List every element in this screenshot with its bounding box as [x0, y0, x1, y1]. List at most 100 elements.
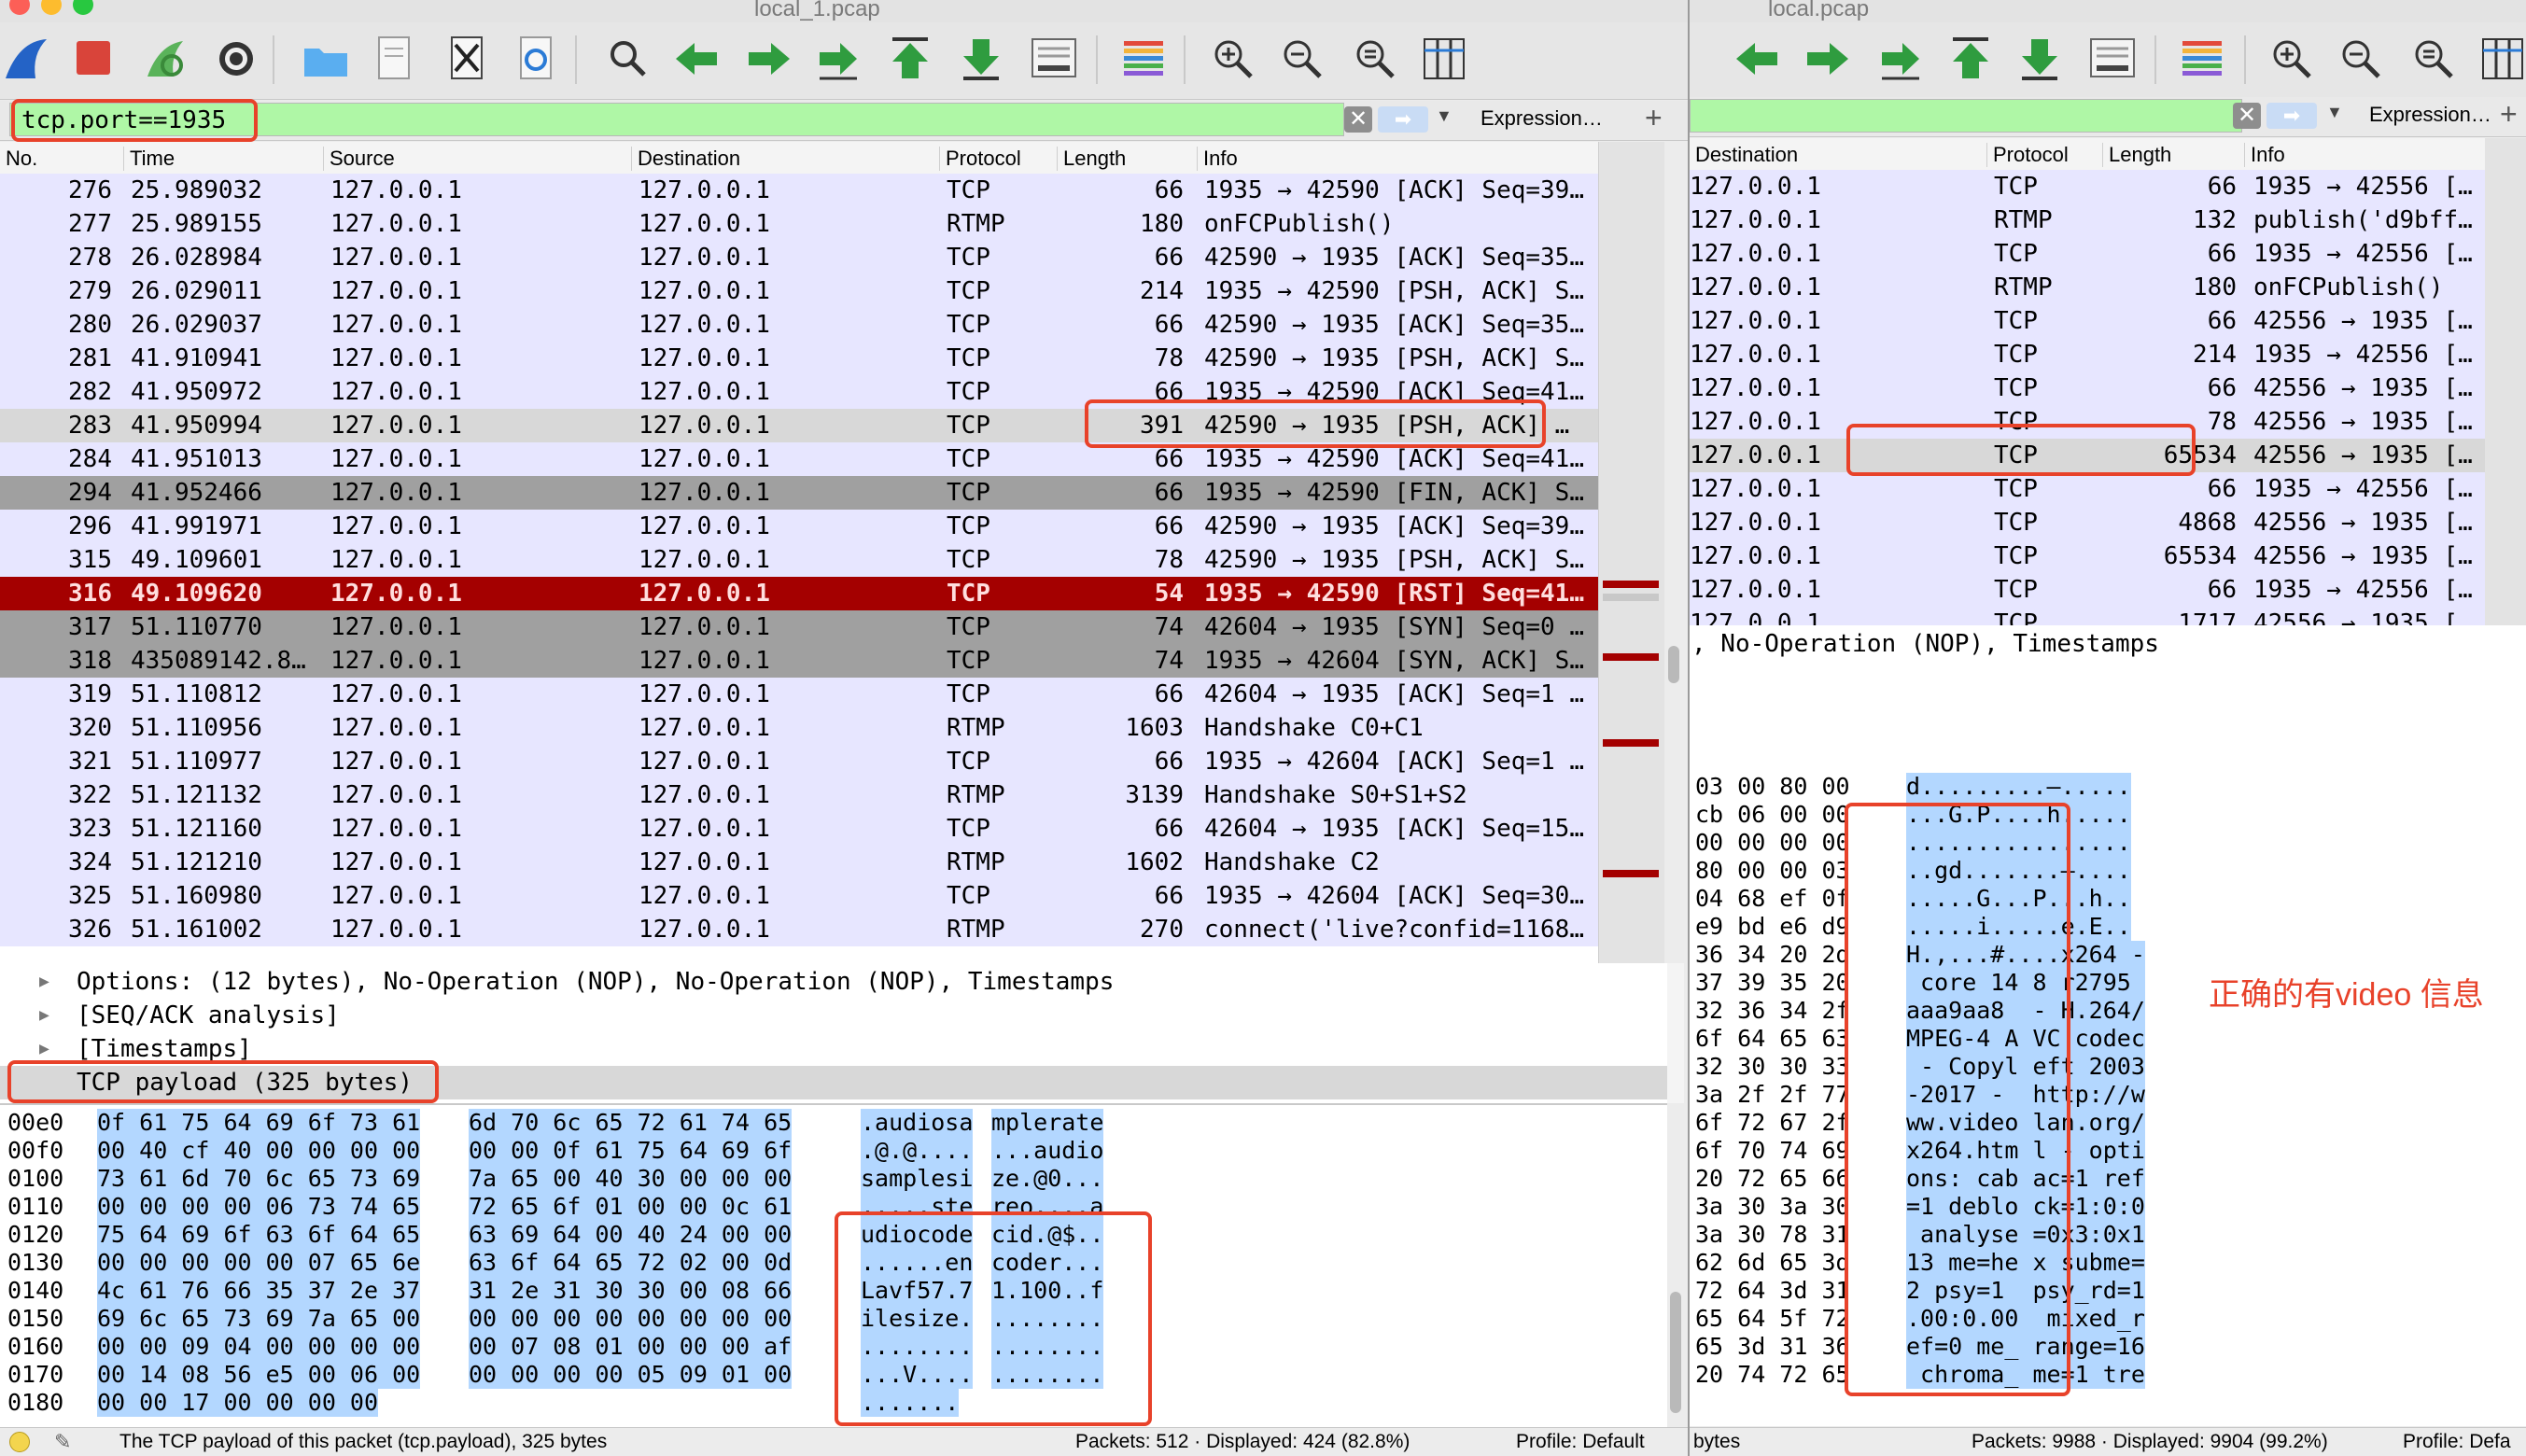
table-row[interactable]: 276 25.989032 127.0.0.1 127.0.0.1 TCP 66 1935 …	[0, 174, 1598, 207]
scrollbar-thumb[interactable]	[1670, 1292, 1681, 1413]
forward-arrow-icon[interactable]	[741, 32, 795, 86]
column-header-info[interactable]: Info	[1197, 147, 1238, 171]
table-row[interactable]: 280 26.029037 127.0.0.1 127.0.0.1 TCP 66 42590…	[0, 308, 1598, 342]
folder-icon[interactable]	[299, 32, 353, 86]
packet-list[interactable]: Destination Protocol Length Info 127.0.0…	[1690, 138, 2485, 625]
expert-info-icon[interactable]	[9, 1432, 30, 1452]
detail-tree-item[interactable]: , No-Operation (NOP), Timestamps	[1690, 627, 2526, 661]
zoom-window-button[interactable]	[73, 0, 93, 15]
column-header-length[interactable]: Length	[1057, 147, 1126, 171]
table-row[interactable]: 325 51.160980 127.0.0.1 127.0.0.1 TCP 66 1935 …	[0, 879, 1598, 913]
first-packet-icon[interactable]	[883, 32, 937, 86]
hex-row[interactable]: 0100 73 61 6d 70 6c 65 73 69 7a 65 00 40 3…	[0, 1165, 1667, 1193]
gear-icon[interactable]	[209, 32, 263, 86]
table-row[interactable]: 127.0.0.1 RTMP 180 onFCPublish()	[1690, 271, 2485, 304]
table-row[interactable]: 318 435089142.8… 127.0.0.1 127.0.0.1 TCP 74 19…	[0, 644, 1598, 678]
expand-arrow-icon[interactable]: ▶	[39, 965, 49, 999]
hex-row[interactable]: 3a 30 3a 30 =1 deblo ck=1:0:0	[1690, 1193, 2526, 1221]
table-row[interactable]: 296 41.991971 127.0.0.1 127.0.0.1 TCP 66 42590…	[0, 510, 1598, 543]
edit-comment-icon[interactable]: ✎	[54, 1428, 71, 1456]
hex-row[interactable]: 00f0 00 40 cf 40 00 00 00 00 00 00 0f 61 7…	[0, 1137, 1667, 1165]
hex-row[interactable]: 6f 72 67 2f ww.video lan.org/	[1690, 1109, 2526, 1137]
colorize-icon[interactable]	[1116, 32, 1171, 86]
hex-row[interactable]: 80 00 00 03 ..gd.......–....	[1690, 857, 2526, 885]
table-row[interactable]: 127.0.0.1 TCP 1717 42556 → 1935 […	[1690, 607, 2485, 625]
hex-row[interactable]: 0170 00 14 08 56 e5 00 06 00 00 00 00 00 0…	[0, 1361, 1667, 1389]
table-row[interactable]: 278 26.028984 127.0.0.1 127.0.0.1 TCP 66 42590…	[0, 241, 1598, 274]
table-row[interactable]: 315 49.109601 127.0.0.1 127.0.0.1 TCP 78 42590…	[0, 543, 1598, 577]
table-row[interactable]: 127.0.0.1 TCP 66 42556 → 1935 […	[1690, 371, 2485, 405]
expression-button[interactable]: Expression…	[2369, 103, 2491, 127]
add-filter-button-icon[interactable]: +	[1645, 101, 1663, 135]
hex-row[interactable]: e9 bd e6 d9 .....i.....e.E..	[1690, 913, 2526, 941]
last-packet-icon[interactable]	[954, 32, 1008, 86]
colorize-icon[interactable]	[2175, 32, 2229, 86]
close-file-icon[interactable]	[441, 32, 495, 86]
autoscroll-icon[interactable]	[1027, 32, 1081, 86]
hex-row[interactable]: 72 64 3d 31 2 psy=1 psy_rd=1	[1690, 1277, 2526, 1305]
table-row[interactable]: 127.0.0.1 TCP 66 1935 → 42556 […	[1690, 170, 2485, 203]
packet-minimap[interactable]	[1598, 142, 1664, 963]
column-header-length[interactable]: Length	[2102, 143, 2171, 167]
bytes-scrollbar[interactable]	[1667, 1105, 1684, 1426]
go-to-packet-icon[interactable]	[810, 32, 864, 86]
column-header-destination[interactable]: Destination	[1690, 143, 1798, 167]
hex-row[interactable]: 0160 00 00 09 04 00 00 00 00 00 07 08 01 0…	[0, 1333, 1667, 1361]
hex-row[interactable]: 03 00 80 00 d.........–.....	[1690, 773, 2526, 801]
clear-filter-icon[interactable]: ✕	[2233, 103, 2261, 129]
hex-row[interactable]: 6f 64 65 63 MPEG-4 A VC codec	[1690, 1025, 2526, 1053]
add-filter-button-icon[interactable]: +	[2500, 97, 2518, 132]
table-row[interactable]: 281 41.910941 127.0.0.1 127.0.0.1 TCP 78 42590…	[0, 342, 1598, 375]
packet-bytes-pane[interactable]: 00e0 0f 61 75 64 69 6f 73 61 6d 70 6c 65 7…	[0, 1103, 1667, 1428]
hex-row[interactable]: 65 64 5f 72.00:0.00 mixed_r	[1690, 1305, 2526, 1333]
details-scrollbar[interactable]	[1667, 963, 1684, 1103]
packet-list[interactable]: No. Time Source Destination Protocol Len…	[0, 142, 1598, 963]
hex-row[interactable]: 20 74 72 65 chroma_ me=1 tre	[1690, 1361, 2526, 1389]
apply-filter-icon[interactable]: ➡	[1378, 106, 1428, 133]
table-row[interactable]: 127.0.0.1 RTMP 132 publish('d9bff…	[1690, 203, 2485, 237]
hex-row[interactable]: 00 00 00 00................	[1690, 829, 2526, 857]
hex-row[interactable]: cb 06 00 00 ...G.P....h.....	[1690, 801, 2526, 829]
filter-history-dropdown-icon[interactable]: ▼	[2326, 103, 2343, 122]
hex-row[interactable]: 04 68 ef 0f .....G...P...h..	[1690, 885, 2526, 913]
hex-row[interactable]: 3a 30 78 31 analyse =0x3:0x1	[1690, 1221, 2526, 1249]
document-icon[interactable]	[368, 32, 422, 86]
first-packet-icon[interactable]	[1944, 32, 1998, 86]
hex-row[interactable]: 0180 00 00 17 00 00 00 00.......	[0, 1389, 1667, 1417]
hex-row[interactable]: 62 6d 65 3d 13 me=he x subme=	[1690, 1249, 2526, 1277]
go-to-packet-icon[interactable]	[1873, 32, 1927, 86]
reload-icon[interactable]	[510, 32, 564, 86]
table-row[interactable]: 127.0.0.1 TCP 66 1935 → 42556 […	[1690, 573, 2485, 607]
status-profile[interactable]: Profile: Default	[1516, 1428, 1645, 1456]
hex-row[interactable]: 0130 00 00 00 00 00 07 65 6e 63 6f 64 65 7…	[0, 1249, 1667, 1277]
column-header-info[interactable]: Info	[2244, 143, 2285, 167]
table-row[interactable]: 320 51.110956 127.0.0.1 127.0.0.1 RTMP 1603 Ha…	[0, 711, 1598, 745]
table-row[interactable]: 127.0.0.1 TCP 66 42556 → 1935 […	[1690, 304, 2485, 338]
table-row[interactable]: 322 51.121132 127.0.0.1 127.0.0.1 RTMP 3139 Ha…	[0, 778, 1598, 812]
table-row[interactable]: 324 51.121210 127.0.0.1 127.0.0.1 RTMP 1602 Ha…	[0, 846, 1598, 879]
column-header-source[interactable]: Source	[323, 147, 395, 171]
table-row[interactable]: 277 25.989155 127.0.0.1 127.0.0.1 RTMP 180 onF…	[0, 207, 1598, 241]
table-row[interactable]: 321 51.110977 127.0.0.1 127.0.0.1 TCP 66 1935 …	[0, 745, 1598, 778]
table-row[interactable]: 127.0.0.1 TCP 66 1935 → 42556 […	[1690, 237, 2485, 271]
table-row[interactable]: 326 51.161002 127.0.0.1 127.0.0.1 RTMP 270 con…	[0, 913, 1598, 946]
forward-arrow-icon[interactable]	[1800, 32, 1854, 86]
table-row[interactable]: 319 51.110812 127.0.0.1 127.0.0.1 TCP 66 42604…	[0, 678, 1598, 711]
back-arrow-icon[interactable]	[1731, 32, 1785, 86]
table-row[interactable]: 294 41.952466 127.0.0.1 127.0.0.1 TCP 66 1935 …	[0, 476, 1598, 510]
column-header-protocol[interactable]: Protocol	[1986, 143, 2069, 167]
resize-columns-icon[interactable]	[2476, 32, 2526, 86]
packet-minimap[interactable]	[2485, 138, 2526, 625]
table-row[interactable]: 127.0.0.1 TCP 214 1935 → 42556 […	[1690, 338, 2485, 371]
restart-icon[interactable]	[138, 32, 192, 86]
zoom-in-icon[interactable]	[1206, 32, 1260, 86]
resize-columns-icon[interactable]	[1417, 32, 1471, 86]
table-row[interactable]: 127.0.0.1 TCP 4868 42556 → 1935 […	[1690, 506, 2485, 539]
display-filter-input[interactable]	[1690, 99, 2242, 133]
expression-button[interactable]: Expression…	[1481, 106, 1603, 131]
autoscroll-icon[interactable]	[2085, 32, 2140, 86]
column-header-time[interactable]: Time	[123, 147, 175, 171]
back-arrow-icon[interactable]	[670, 32, 724, 86]
scrollbar-thumb[interactable]	[1668, 646, 1679, 683]
hex-row[interactable]: 3a 2f 2f 77 -2017 - http://w	[1690, 1081, 2526, 1109]
